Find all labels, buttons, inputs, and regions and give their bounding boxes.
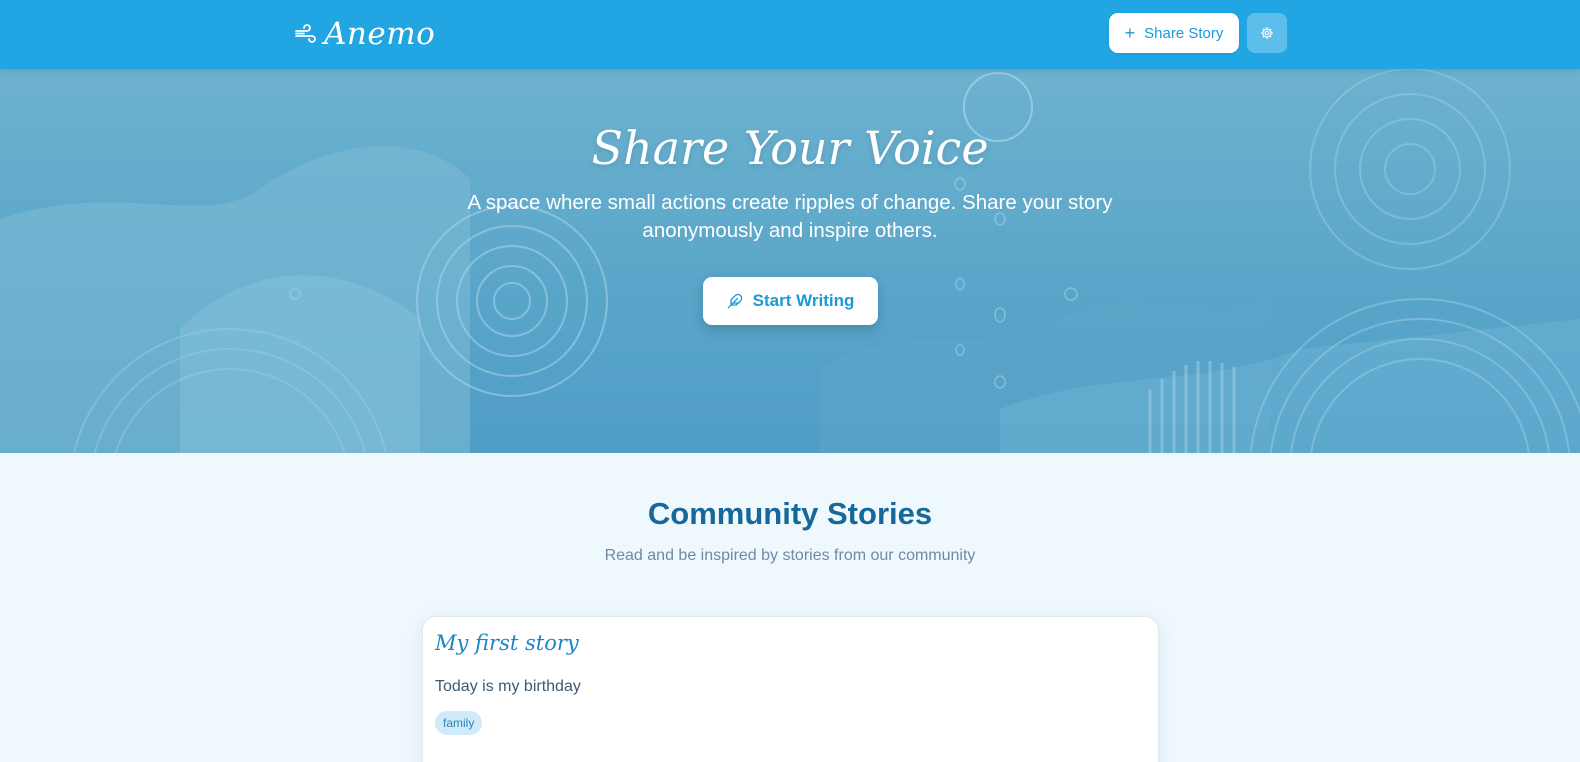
story-tag[interactable]: family bbox=[435, 711, 483, 735]
start-writing-button[interactable]: Start Writing bbox=[703, 277, 878, 325]
hero-title: Share Your Voice bbox=[591, 121, 989, 175]
hero-section: Share Your Voice A space where small act… bbox=[0, 69, 1580, 453]
plus-icon: + bbox=[1124, 23, 1136, 43]
brand-name: Anemo bbox=[324, 16, 436, 52]
settings-button[interactable] bbox=[1247, 13, 1287, 53]
story-card[interactable]: My first story Today is my birthday fami… bbox=[422, 616, 1159, 762]
hero-subtitle: A space where small actions create rippl… bbox=[467, 191, 1113, 242]
community-title: Community Stories bbox=[647, 496, 933, 531]
feather-icon bbox=[727, 293, 742, 309]
community-subtitle: Read and be inspired by stories from our… bbox=[604, 547, 976, 564]
story-title: My first story bbox=[435, 631, 579, 655]
gear-icon bbox=[1261, 27, 1273, 39]
share-story-label: Share Story bbox=[1144, 24, 1224, 42]
story-body: Today is my birthday bbox=[435, 678, 581, 695]
share-story-button[interactable]: + Share Story bbox=[1109, 13, 1239, 53]
start-writing-label: Start Writing bbox=[752, 291, 855, 310]
brand-logo[interactable]: Anemo bbox=[294, 12, 435, 56]
wind-icon bbox=[295, 24, 316, 43]
top-navbar: Anemo + Share Story bbox=[0, 0, 1580, 69]
